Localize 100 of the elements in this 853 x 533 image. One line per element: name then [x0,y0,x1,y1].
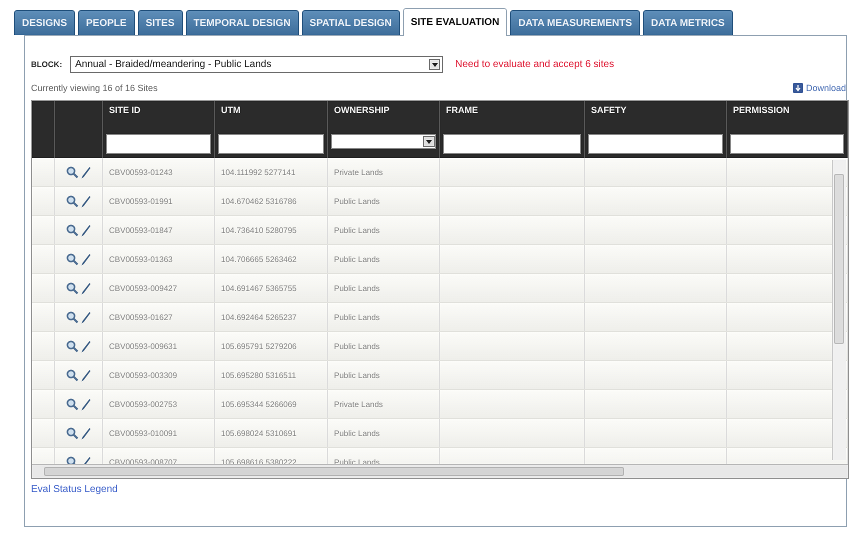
edit-button[interactable] [80,368,91,382]
pencil-icon [80,252,91,266]
table-cell: 105.695280 5316511 [215,361,328,389]
table-cell: Private Lands [328,390,440,418]
tab[interactable]: SPATIAL DESIGN [302,10,400,35]
tab[interactable]: SITE EVALUATION [402,8,508,36]
column-header: OWNERSHIP [333,104,391,116]
legend-link[interactable]: Eval Status Legend [31,484,118,495]
column-header: SITE ID [108,104,142,116]
edit-button[interactable] [80,224,91,236]
vertical-scrollbar[interactable] [832,160,846,460]
view-button[interactable] [66,368,79,382]
search-icon [66,252,79,266]
block-label: BLOCK: [31,60,62,69]
table-cell: Public Lands [328,187,440,215]
table-cell: 104.706665 5263462 [215,245,328,273]
filter-field[interactable] [218,134,324,154]
table-cell: Private Lands [328,158,440,186]
view-button[interactable] [66,398,79,410]
column-header: UTM [220,104,242,116]
tab[interactable]: PEOPLE [78,10,135,35]
table-cell: CBV00593-01363 [103,245,215,273]
view-button[interactable] [66,282,79,294]
pencil-icon [80,282,91,294]
edit-button[interactable] [80,282,91,294]
view-button[interactable] [66,340,79,352]
view-button[interactable] [66,194,79,208]
dropdown-arrow-icon [426,140,432,144]
download-link[interactable]: Download [792,83,846,93]
view-button[interactable] [66,166,79,178]
pencil-icon [80,166,91,178]
filter-field[interactable] [730,134,844,154]
tab[interactable]: DATA METRICS [643,10,733,35]
edit-button[interactable] [80,426,91,440]
search-icon [66,398,79,410]
table-cell: Public Lands [328,332,440,360]
filter-field[interactable] [588,134,723,154]
search-icon [66,282,79,294]
filter-field[interactable] [106,134,211,154]
download-icon [792,83,803,93]
table-cell: CBV00593-002753 [103,390,215,418]
warning-message: Need to evaluate and accept 6 sites [455,59,614,70]
pencil-icon [80,194,91,208]
search-icon [66,368,79,382]
table-cell: 104.691467 5365755 [215,274,328,302]
edit-button[interactable] [80,166,91,178]
view-button[interactable] [66,224,79,236]
table-cell: 105.698024 5310691 [215,419,328,447]
horizontal-scrollbar[interactable] [32,464,848,478]
pencil-icon [80,398,91,410]
search-icon [66,194,79,208]
tab[interactable]: DESIGNS [14,10,76,35]
search-icon [66,426,79,440]
edit-button[interactable] [80,252,91,266]
table-cell: Public Lands [328,274,440,302]
dropdown-arrow-icon [432,62,438,66]
pencil-icon [80,426,91,440]
edit-button[interactable] [80,398,91,410]
pencil-icon [80,340,91,352]
pencil-icon [80,368,91,382]
table-cell: Public Lands [328,361,440,389]
table-cell: 105.695344 5266069 [215,390,328,418]
block-dropdown[interactable]: Annual - Braided/meandering - Public Lands [70,56,444,73]
edit-button[interactable] [80,310,91,324]
tab[interactable]: DATA MEASUREMENTS [510,10,640,35]
table-cell: Public Lands [328,216,440,244]
table-cell: Public Lands [328,245,440,273]
table-cell: 104.692464 5265237 [215,303,328,331]
table-cell: Public Lands [328,419,440,447]
pencil-icon [80,310,91,324]
view-button[interactable] [66,252,79,266]
column-header: FRAME [445,104,479,116]
table-cell: CBV00593-010091 [103,419,215,447]
table-cell: CBV00593-003309 [103,361,215,389]
viewing-count: Currently viewing 16 of 16 Sites [31,83,158,93]
search-icon [66,310,79,324]
table-cell: 105.695791 5279206 [215,332,328,360]
edit-button[interactable] [80,340,91,352]
table-cell: 104.736410 5280795 [215,216,328,244]
edit-button[interactable] [80,194,91,208]
view-button[interactable] [66,426,79,440]
column-header: SAFETY [590,104,628,116]
search-icon [66,224,79,236]
table-cell: CBV00593-01991 [103,187,215,215]
filter-field[interactable] [443,134,581,154]
table-cell: CBV00593-01627 [103,303,215,331]
column-header: PERMISSION [732,104,791,116]
table-cell: 104.670462 5316786 [215,187,328,215]
search-icon [66,166,79,178]
tab[interactable]: TEMPORAL DESIGN [186,10,299,35]
pencil-icon [80,224,91,236]
table-cell: Public Lands [328,303,440,331]
table-cell: CBV00593-01243 [103,158,215,186]
tab[interactable]: SITES [138,10,182,35]
search-icon [66,340,79,352]
table-cell: CBV00593-009427 [103,274,215,302]
filter-dropdown[interactable] [331,134,436,149]
table-cell: 104.111992 5277141 [215,158,328,186]
table-cell: CBV00593-01847 [103,216,215,244]
view-button[interactable] [66,310,79,324]
